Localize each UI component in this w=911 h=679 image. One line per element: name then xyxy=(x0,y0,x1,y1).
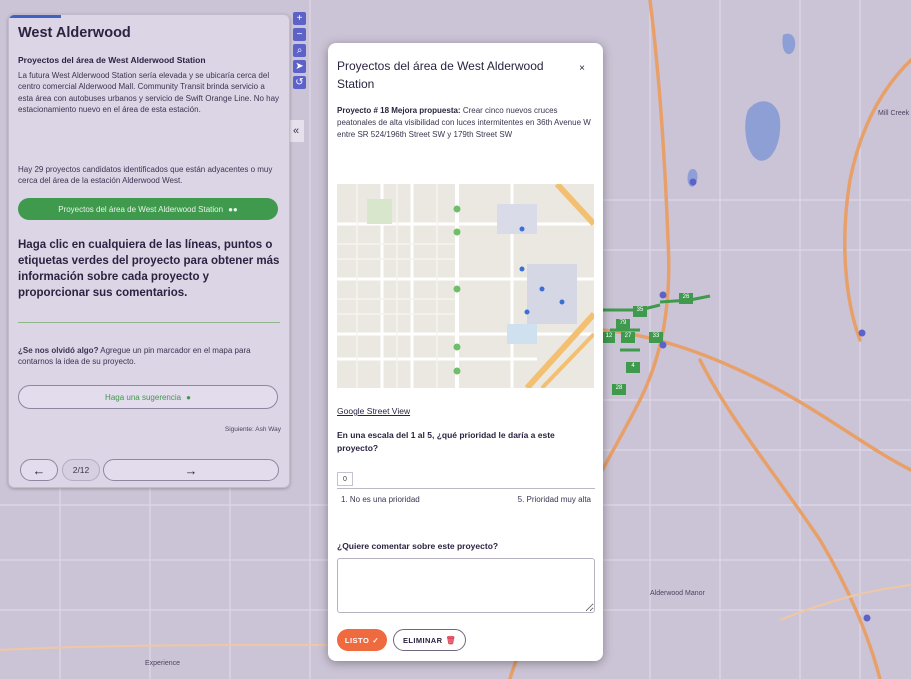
map-label-alderwood-manor: Alderwood Manor xyxy=(650,590,705,597)
map-project-marker[interactable]: 27 xyxy=(622,333,634,339)
project-modal: Proyectos del área de West Alderwood Sta… xyxy=(328,43,603,661)
zoom-in-icon[interactable]: + xyxy=(293,12,306,25)
panel-count-text: Hay 29 proyectos candidatos identificado… xyxy=(18,165,273,186)
panel-title: West Alderwood xyxy=(18,25,131,41)
zoom-out-icon[interactable]: − xyxy=(293,28,306,41)
priority-slider[interactable] xyxy=(337,488,595,489)
map-project-marker[interactable]: 26 xyxy=(680,294,692,300)
priority-question: En una escala del 1 al 5, ¿qué prioridad… xyxy=(337,430,555,453)
comment-question: ¿Quiere comentar sobre este proyecto? xyxy=(337,541,499,551)
map-project-marker[interactable]: 35 xyxy=(634,307,646,313)
suggest-button-label: Haga una sugerencia xyxy=(105,392,182,402)
projects-button-label: Proyectos del área de West Alderwood Sta… xyxy=(58,204,224,214)
project-minimap[interactable] xyxy=(337,184,594,388)
forgot-text: ¿Se nos olvidó algo? Agregue un pin marc… xyxy=(18,345,280,368)
side-panel: West Alderwood Proyectos del área de Wes… xyxy=(8,14,290,488)
map-controls: + − ⌕ ➤ ↺ xyxy=(293,12,306,92)
collapse-icon[interactable]: « xyxy=(288,120,304,142)
panel-divider xyxy=(18,322,280,323)
street-view-link[interactable]: Google Street View xyxy=(337,406,410,416)
map-project-marker[interactable]: 28 xyxy=(613,385,625,391)
panel-accent-bar xyxy=(9,15,61,18)
map-label-experience: Experience xyxy=(145,660,181,667)
page-indicator: 2/12 xyxy=(62,459,100,481)
prev-button[interactable]: ← xyxy=(20,459,58,481)
done-button-label: LISTO xyxy=(344,635,370,645)
trash-icon: 🗑 xyxy=(445,635,456,645)
projects-button[interactable]: Proyectos del área de West Alderwood Sta… xyxy=(18,198,278,220)
map-project-marker[interactable]: 79 xyxy=(617,320,629,326)
locate-icon[interactable]: ➤ xyxy=(293,60,306,73)
priority-value[interactable]: 0 xyxy=(337,472,353,486)
map-project-marker[interactable]: 4 xyxy=(627,363,639,369)
modal-title: Proyectos del área de West Alderwood Sta… xyxy=(337,59,544,91)
project-description: Proyecto # 18 Mejora propuesta: Crear ci… xyxy=(337,105,595,141)
map-project-marker[interactable]: 12 xyxy=(603,333,615,339)
done-button[interactable]: LISTO ✓ xyxy=(337,629,387,651)
search-icon[interactable]: ⌕ xyxy=(293,44,306,57)
delete-button[interactable]: ELIMINAR 🗑 xyxy=(393,629,466,651)
map-label-mill-creek: Mill Creek xyxy=(878,110,910,117)
delete-button-label: ELIMINAR xyxy=(402,635,443,645)
reset-icon[interactable]: ↺ xyxy=(293,76,306,89)
comment-field[interactable] xyxy=(337,558,595,613)
check-icon: ✓ xyxy=(372,635,380,645)
suggest-button[interactable]: Haga una sugerencia ● xyxy=(18,385,278,409)
people-icon: ●● xyxy=(228,204,238,214)
close-icon[interactable]: × xyxy=(579,63,585,74)
panel-subtitle: Proyectos del área de West Alderwood Sta… xyxy=(18,55,206,65)
pin-icon: ● xyxy=(186,392,191,402)
map-project-marker[interactable]: 33 xyxy=(650,333,662,339)
forgot-bold: ¿Se nos olvidó algo? xyxy=(18,346,99,355)
scale-low-label: 1. No es una prioridad xyxy=(341,495,420,504)
scale-high-label: 5. Prioridad muy alta xyxy=(517,495,591,504)
project-label: Proyecto # 18 Mejora propuesta: xyxy=(337,106,461,115)
next-caption: Siguiente: Ash Way xyxy=(224,426,281,433)
panel-intro: La futura West Alderwood Station sería e… xyxy=(18,71,280,114)
next-button[interactable]: → xyxy=(103,459,279,481)
panel-instructions: Haga clic en cualquiera de las líneas, p… xyxy=(18,239,280,299)
